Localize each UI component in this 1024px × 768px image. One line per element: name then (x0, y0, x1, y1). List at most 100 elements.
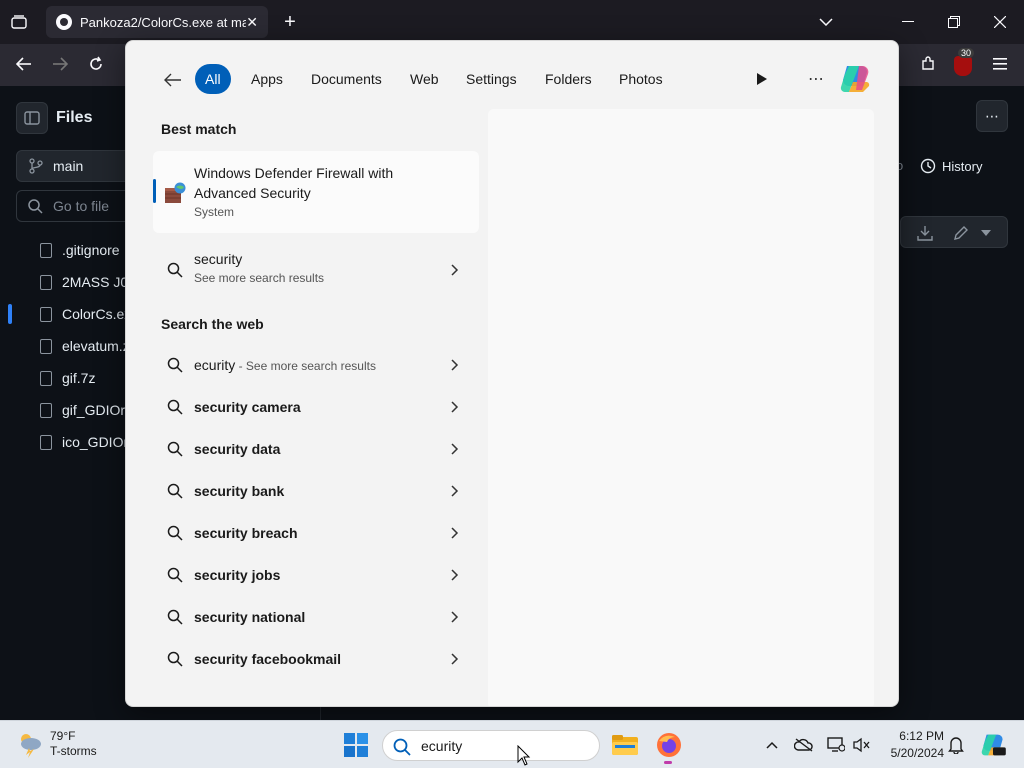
search-icon (28, 199, 43, 214)
firewall-app-icon (165, 182, 186, 203)
web-result-first[interactable]: ecurity - See more search results (153, 344, 479, 386)
web-result-label: security national (194, 609, 306, 625)
web-result-query: ecurity (194, 357, 236, 373)
web-result[interactable]: security national (153, 596, 479, 638)
windows-search-flyout: All Apps Documents Web Settings Folders … (125, 40, 899, 707)
file-icon (40, 402, 52, 418)
files-header: Files (16, 102, 92, 134)
app-result-subtitle: See more search results (194, 271, 325, 285)
tree-item-label: gif_GDIOr (62, 402, 126, 418)
best-match-name: Windows Defender Firewall with Advanced … (194, 165, 394, 201)
history-button[interactable]: History (920, 158, 982, 174)
close-window-icon[interactable] (990, 12, 1010, 32)
history-icon (920, 158, 936, 174)
extensions-icon[interactable] (918, 54, 938, 74)
web-result[interactable]: security camera (153, 386, 479, 428)
chevron-right-icon[interactable] (449, 525, 461, 541)
file-icon (40, 306, 52, 322)
tab-list-icon[interactable] (8, 12, 30, 32)
chevron-right-icon[interactable] (449, 609, 461, 625)
weather-temp: 79°F (50, 729, 76, 743)
web-result[interactable]: security jobs (153, 554, 479, 596)
chevron-right-icon[interactable] (449, 441, 461, 457)
edit-pencil-icon[interactable] (953, 225, 969, 241)
search-icon (167, 483, 183, 499)
file-icon (40, 242, 52, 258)
filter-settings[interactable]: Settings (456, 64, 527, 94)
web-result[interactable]: security data (153, 428, 479, 470)
web-result-label: security camera (194, 399, 301, 415)
chevron-up-icon[interactable] (762, 735, 782, 755)
filter-folders[interactable]: Folders (535, 64, 602, 94)
weather-widget[interactable]: 79°F T-storms (16, 729, 97, 759)
web-result-suffix: - See more search results (235, 359, 376, 373)
back-arrow-icon[interactable] (162, 65, 184, 95)
web-result[interactable]: security bank (153, 470, 479, 512)
search-icon (167, 441, 183, 457)
browser-tab-bar: Pankoza2/ColorCs.exe at main ✕ + (0, 0, 1024, 44)
tree-item-label: 2MASS J0 (62, 274, 129, 290)
tree-item-label: elevatum.z (62, 338, 130, 354)
best-match-result[interactable]: Windows Defender Firewall with Advanced … (153, 151, 479, 233)
notification-bell-icon[interactable] (946, 735, 966, 755)
search-icon (167, 567, 183, 583)
sidebar-collapse-icon[interactable] (16, 102, 48, 134)
chevron-right-icon[interactable] (449, 262, 461, 278)
chevron-right-icon[interactable] (449, 357, 461, 373)
search-web-heading: Search the web (161, 316, 264, 332)
filter-documents[interactable]: Documents (301, 64, 392, 94)
search-icon (167, 525, 183, 541)
back-arrow-icon[interactable] (14, 54, 34, 74)
weather-desc: T-storms (50, 744, 97, 758)
search-icon (167, 262, 183, 278)
chevron-down-icon[interactable] (981, 230, 991, 236)
web-result-label: security data (194, 441, 281, 457)
branch-name: main (53, 158, 84, 174)
web-result-label: security facebookmail (194, 651, 342, 667)
copilot-icon[interactable] (839, 64, 871, 94)
new-tab-icon[interactable]: + (280, 11, 300, 33)
chevron-right-icon[interactable] (449, 567, 461, 583)
filter-web[interactable]: Web (400, 64, 449, 94)
chevron-down-icon[interactable] (816, 12, 836, 32)
minimize-icon[interactable] (898, 12, 918, 32)
chevron-right-icon[interactable] (449, 483, 461, 499)
tree-item-label: ColorCs.ex (62, 306, 132, 322)
forward-arrow-icon[interactable] (50, 54, 70, 74)
file-actions-toolbar (900, 216, 1008, 248)
reload-icon[interactable] (86, 54, 106, 74)
branch-icon (29, 158, 43, 174)
app-search-result[interactable]: security See more search results (153, 249, 479, 291)
filter-apps[interactable]: Apps (241, 64, 293, 94)
file-explorer-icon[interactable] (611, 731, 639, 759)
menu-icon[interactable] (990, 54, 1010, 74)
ublock-icon[interactable]: 30 (954, 48, 975, 76)
tree-item-label: .gitignore (62, 242, 120, 258)
file-icon (40, 434, 52, 450)
windows-start-icon[interactable] (344, 733, 368, 757)
web-result[interactable]: security breach (153, 512, 479, 554)
web-result[interactable]: security facebookmail (153, 638, 479, 680)
copilot-icon[interactable] (980, 733, 1006, 757)
download-icon[interactable] (917, 225, 933, 241)
play-icon[interactable] (752, 67, 772, 91)
volume-muted-icon[interactable] (852, 735, 872, 755)
firefox-icon[interactable] (655, 731, 683, 759)
display-icon[interactable] (826, 735, 846, 755)
system-clock[interactable]: 6:12 PM 5/20/2024 (874, 728, 944, 762)
onedrive-offline-icon[interactable] (794, 735, 814, 755)
browser-tab[interactable]: Pankoza2/ColorCs.exe at main ✕ (46, 6, 268, 38)
filter-photos[interactable]: Photos (609, 64, 673, 94)
filter-all[interactable]: All (195, 64, 231, 94)
file-icon (40, 370, 52, 386)
chevron-right-icon[interactable] (449, 399, 461, 415)
chevron-right-icon[interactable] (449, 651, 461, 667)
taskbar-search-input[interactable]: ecurity (382, 730, 600, 761)
more-options-icon[interactable]: ⋯ (976, 100, 1008, 132)
close-tab-icon[interactable]: ✕ (246, 14, 258, 31)
more-options-icon[interactable]: ⋯ (804, 67, 828, 91)
taskbar: 79°F T-storms ecurity 6:12 PM 5/20/2024 (0, 720, 1024, 768)
restore-icon[interactable] (944, 12, 964, 32)
search-icon (167, 357, 183, 373)
app-result-title: security (194, 251, 243, 267)
